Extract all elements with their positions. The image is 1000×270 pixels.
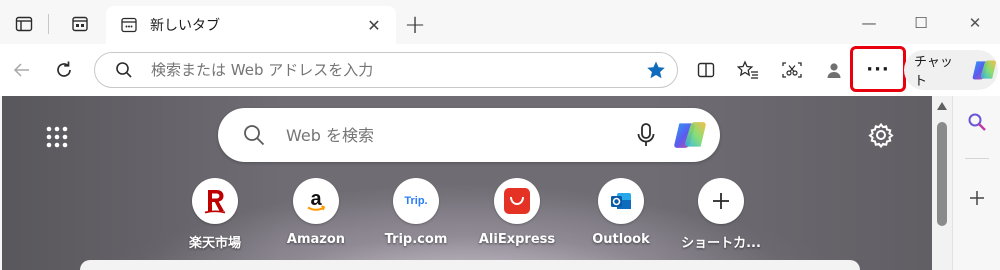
workspaces-button[interactable] (64, 8, 96, 40)
split-screen-button[interactable] (690, 54, 722, 86)
web-search-input[interactable] (286, 125, 632, 145)
sidebar-toggle-button[interactable] (8, 8, 40, 40)
back-button[interactable] (6, 54, 38, 86)
microphone-icon[interactable] (632, 121, 660, 149)
minimize-button[interactable]: — (846, 8, 892, 38)
quick-link-label: 楽天市場 (188, 236, 241, 251)
quick-link-outlook[interactable]: Outlook (571, 178, 671, 247)
tripcom-icon: Trip. (393, 178, 439, 224)
quick-link-rakuten[interactable]: 楽天市場 (165, 178, 265, 251)
app-launcher-grid-icon[interactable] (42, 122, 72, 152)
web-search-box[interactable] (218, 108, 720, 162)
close-window-button[interactable]: ✕ (952, 8, 998, 38)
quick-link-label: AliExpress (478, 232, 556, 247)
tab-close-icon[interactable]: ✕ (360, 11, 388, 39)
edge-sidebar (952, 96, 1000, 270)
search-icon (116, 62, 132, 78)
address-input[interactable] (151, 61, 645, 79)
refresh-button[interactable] (48, 54, 80, 86)
copilot-search-icon[interactable] (672, 117, 708, 153)
split-screen-icon (697, 62, 715, 78)
quick-links: 楽天市場 a Amazon Trip. Trip.com AliExpress … (2, 178, 932, 258)
feed-card-edge (80, 260, 860, 270)
favorite-star-button[interactable] (645, 59, 667, 81)
plus-icon (698, 178, 744, 224)
back-arrow-icon (13, 63, 29, 77)
quick-link-aliexpress[interactable]: AliExpress (467, 178, 567, 247)
svg-text:a: a (310, 188, 322, 210)
quick-link-label: Trip.com (384, 232, 448, 247)
new-tab-favicon-icon (118, 14, 140, 36)
profile-avatar-icon (827, 63, 841, 78)
page-settings-gear-icon[interactable] (866, 120, 896, 150)
screenshot-button[interactable] (776, 54, 808, 86)
profile-button[interactable] (818, 54, 850, 86)
sidebar-search-button[interactable] (963, 108, 991, 136)
copilot-icon (973, 60, 997, 80)
chat-label: チャット (914, 55, 953, 89)
tab-new-tab[interactable]: 新しいタブ ✕ (106, 6, 396, 44)
workspaces-icon (72, 16, 88, 32)
star-filled-icon (647, 61, 665, 79)
rakuten-icon (192, 178, 238, 224)
favorites-button[interactable] (732, 54, 764, 86)
titlebar-divider (48, 14, 49, 34)
maximize-button[interactable]: ☐ (898, 8, 944, 38)
outlook-icon (598, 178, 644, 224)
page-scrollbar[interactable] (932, 96, 952, 270)
search-icon (968, 113, 986, 131)
tripcom-logo-text: Trip. (404, 195, 428, 207)
quick-link-label: Outlook (592, 232, 650, 247)
plus-icon (970, 191, 984, 205)
address-bar[interactable] (94, 52, 678, 88)
aliexpress-icon (494, 178, 540, 224)
navigation-bar: ··· チャット (0, 44, 1000, 96)
refresh-icon (57, 61, 71, 77)
quick-link-label: ショートカ... (681, 236, 761, 251)
tab-title: 新しいタブ (150, 18, 220, 34)
title-bar: 新しいタブ ✕ + — ☐ ✕ (0, 0, 1000, 48)
scroll-up-arrow-icon[interactable] (936, 100, 948, 112)
quick-link-label: Amazon (286, 232, 346, 247)
quick-link-amazon[interactable]: a Amazon (266, 178, 366, 247)
quick-link-add-shortcut[interactable]: ショートカ... (671, 178, 771, 251)
new-tab-button[interactable]: + (400, 10, 430, 40)
quick-link-tripcom[interactable]: Trip. Trip.com (366, 178, 466, 247)
new-tab-page: 楽天市場 a Amazon Trip. Trip.com (2, 96, 932, 270)
settings-and-more-button[interactable]: ··· (850, 46, 906, 92)
copilot-chat-button[interactable]: チャット (904, 50, 998, 90)
sidebar-add-button[interactable] (963, 184, 991, 212)
scrollbar-thumb[interactable] (937, 122, 947, 226)
search-icon (244, 125, 265, 146)
screenshot-scissors-icon (782, 62, 802, 78)
sidebar-layout-icon (15, 16, 33, 32)
favorites-list-icon (737, 60, 758, 79)
sidebar-divider (965, 158, 989, 159)
amazon-icon: a (293, 178, 339, 224)
